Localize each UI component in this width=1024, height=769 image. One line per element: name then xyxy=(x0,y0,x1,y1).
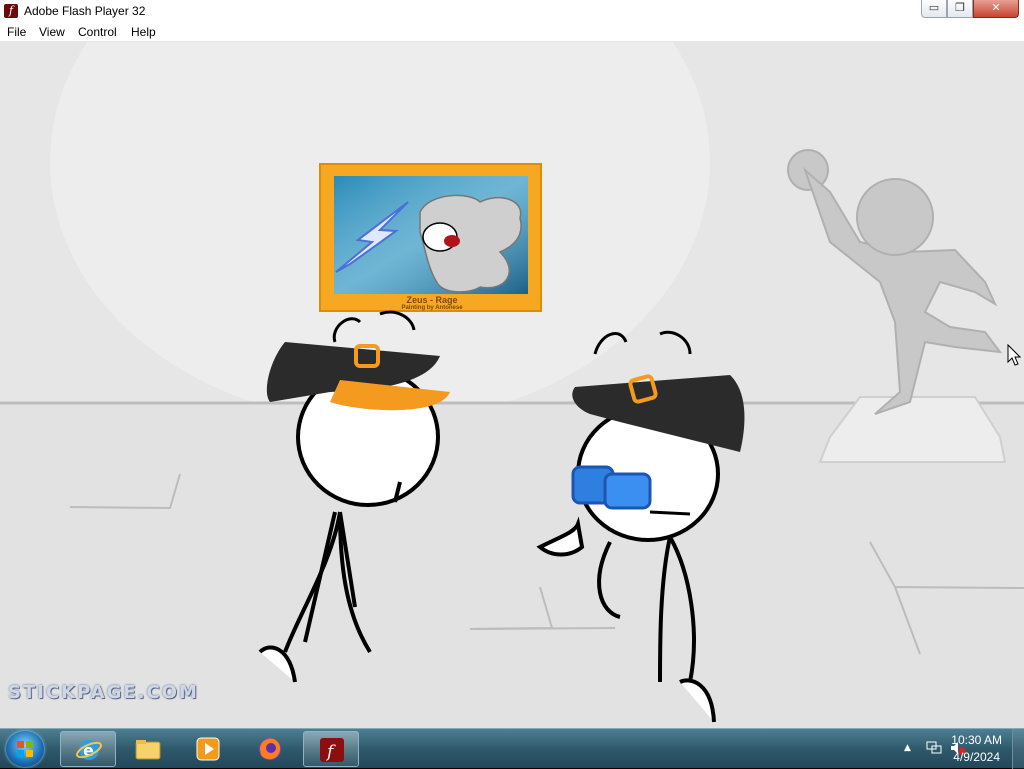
windows-logo-icon xyxy=(17,741,33,757)
menu-control[interactable]: Control xyxy=(78,25,117,39)
show-hidden-icons-icon[interactable]: ▲ xyxy=(904,743,911,753)
menu-help[interactable]: Help xyxy=(131,25,156,39)
network-icon[interactable] xyxy=(926,741,942,755)
painting-subtitle: Painting by Antonese xyxy=(401,305,463,311)
menu-bar: File View Control Help xyxy=(0,22,1024,42)
file-explorer-icon xyxy=(135,740,161,760)
taskbar-flash-player[interactable]: f xyxy=(303,731,359,767)
flash-player-window: f Adobe Flash Player 32 ▭ ❐ ✕ File View … xyxy=(0,0,1024,728)
clock[interactable]: 10:30 AM 4/9/2024 xyxy=(951,732,1002,766)
close-button[interactable]: ✕ xyxy=(973,0,1019,18)
clock-time: 10:30 AM xyxy=(951,733,1002,747)
start-button[interactable] xyxy=(6,731,44,767)
painting-title: Zeus - Rage xyxy=(406,295,458,305)
clock-date: 4/9/2024 xyxy=(953,750,1000,764)
window-title: Adobe Flash Player 32 xyxy=(24,4,146,18)
game-stage[interactable]: Zeus - Rage Painting by Antonese STICKPA… xyxy=(0,42,1024,728)
minimize-button[interactable]: ▭ xyxy=(921,0,947,18)
game-scene xyxy=(0,42,1024,728)
taskbar-internet-explorer[interactable]: e xyxy=(60,731,116,767)
show-desktop-button[interactable] xyxy=(1012,729,1024,769)
zeus-painting xyxy=(319,163,542,312)
title-bar[interactable]: f Adobe Flash Player 32 ▭ ❐ ✕ xyxy=(0,0,1024,22)
system-tray: ▲ 10:30 AM 4/9/2024 xyxy=(874,729,1024,769)
menu-view[interactable]: View xyxy=(39,25,65,39)
taskbar-media-player[interactable] xyxy=(180,731,236,767)
maximize-button[interactable]: ❐ xyxy=(947,0,973,18)
flash-icon: f xyxy=(4,4,18,18)
stickpage-watermark[interactable]: STICKPAGE.COM xyxy=(8,682,199,703)
media-player-icon xyxy=(196,737,220,761)
firefox-icon xyxy=(259,738,281,760)
flash-player-icon: f xyxy=(320,738,344,762)
blue-glasses xyxy=(571,465,652,510)
internet-explorer-icon: e xyxy=(76,740,102,760)
taskbar-firefox[interactable] xyxy=(242,731,298,767)
taskbar-file-explorer[interactable] xyxy=(120,731,176,767)
taskbar: e f ▲ 10:30 AM 4/9/2024 xyxy=(0,728,1024,769)
menu-file[interactable]: File xyxy=(7,25,26,39)
